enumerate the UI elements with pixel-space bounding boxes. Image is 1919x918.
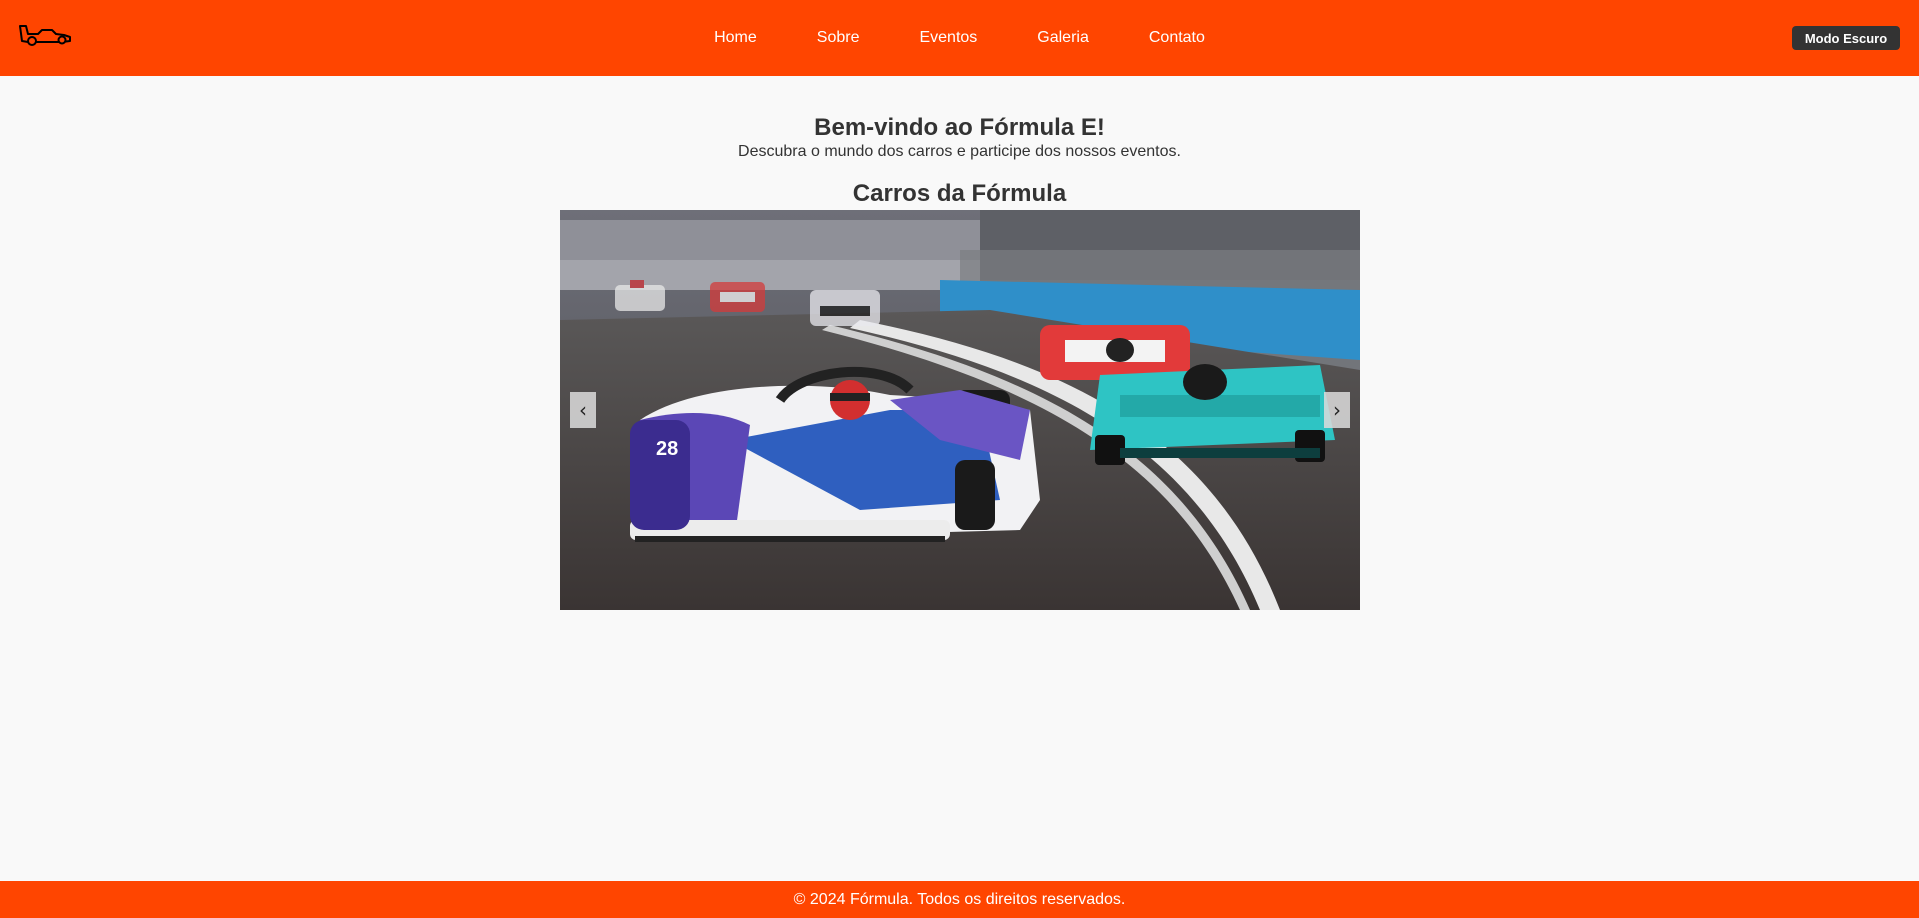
nav-home[interactable]: Home — [714, 29, 757, 47]
site-header: Home Sobre Eventos Galeria Contato Modo … — [0, 0, 1919, 76]
main-nav: Home Sobre Eventos Galeria Contato — [0, 0, 1919, 76]
cars-section-title: Carros da Fórmula — [852, 180, 1067, 207]
footer-copyright: © 2024 Fórmula. Todos os direitos reserv… — [793, 891, 1126, 908]
carousel-prev-button[interactable]: ‹ — [570, 392, 596, 428]
nav-galeria[interactable]: Galeria — [1037, 29, 1089, 47]
carousel-image: 28 — [560, 210, 1360, 610]
nav-sobre[interactable]: Sobre — [817, 29, 860, 47]
carousel-next-button[interactable]: › — [1324, 392, 1350, 428]
welcome-title: Bem-vindo ao Fórmula E! — [814, 114, 1105, 141]
welcome-subtitle: Descubra o mundo dos carros e participe … — [738, 143, 1181, 160]
site-footer: © 2024 Fórmula. Todos os direitos reserv… — [0, 881, 1919, 918]
nav-eventos[interactable]: Eventos — [919, 29, 977, 47]
car-carousel: 28 ‹ › — [560, 210, 1360, 610]
nav-contato[interactable]: Contato — [1149, 29, 1205, 47]
svg-text:28: 28 — [656, 438, 678, 460]
dark-mode-button[interactable]: Modo Escuro — [1792, 26, 1900, 50]
